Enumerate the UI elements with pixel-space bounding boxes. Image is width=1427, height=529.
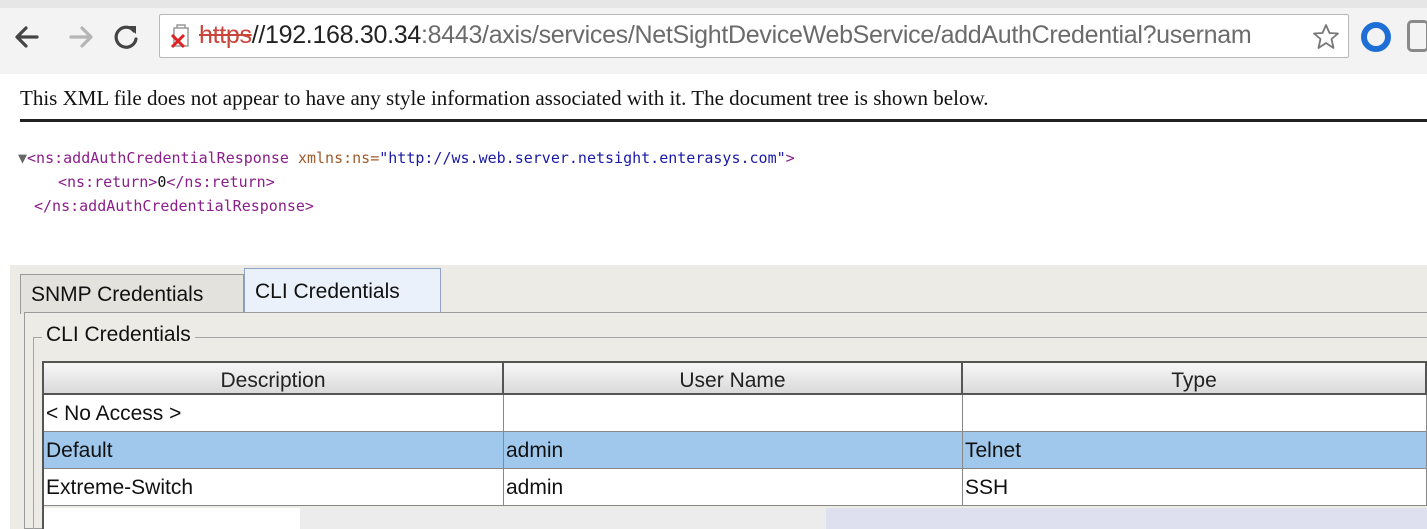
table-bottom-strip xyxy=(826,508,1427,529)
table-bottom-strip xyxy=(300,508,826,529)
xml-divider xyxy=(20,119,1427,122)
tab-snmp-credentials[interactable]: SNMP Credentials xyxy=(20,274,244,314)
cell-type xyxy=(963,395,1427,432)
forward-arrow-icon[interactable] xyxy=(64,18,100,56)
credentials-table: Description User Name Type < No Access >… xyxy=(42,361,1427,506)
xml-tag-open: <ns:addAuthCredentialResponse xyxy=(27,149,298,167)
cell-user-name: admin xyxy=(504,469,963,506)
cell-description: < No Access > xyxy=(44,395,504,432)
tab-strip-edge xyxy=(0,0,1427,8)
table-row[interactable]: < No Access > xyxy=(44,395,1427,432)
cell-user-name: admin xyxy=(504,432,963,469)
back-arrow-icon[interactable] xyxy=(8,18,44,56)
group-title: CLI Credentials xyxy=(42,323,195,347)
column-header-type[interactable]: Type xyxy=(963,363,1427,395)
tab-cli-credentials[interactable]: CLI Credentials xyxy=(244,268,441,314)
table-row-selected[interactable]: Default admin Telnet xyxy=(44,432,1427,469)
url-text: https//192.168.30.34:8443/axis/services/… xyxy=(199,21,1307,50)
xml-tag-close-bracket: > xyxy=(785,149,795,167)
xml-tree: ▼<ns:addAuthCredentialResponse xmlns:ns=… xyxy=(0,146,795,242)
collapse-triangle-icon[interactable]: ▼ xyxy=(18,149,27,167)
column-header-description[interactable]: Description xyxy=(44,363,504,395)
cell-type: Telnet xyxy=(963,432,1427,469)
xml-attr-value: "http://ws.web.server.netsight.enterasys… xyxy=(379,149,786,167)
tab-label: SNMP Credentials xyxy=(31,282,204,306)
cell-description: Extreme-Switch xyxy=(44,469,504,506)
url-host: //192.168.30.34 xyxy=(251,21,422,49)
xml-line-root-close: </ns:addAuthCredentialResponse> xyxy=(34,197,314,215)
xml-return-open: <ns:return> xyxy=(58,173,158,191)
column-header-user-name[interactable]: User Name xyxy=(504,363,963,395)
bookmark-star-icon[interactable] xyxy=(1312,23,1340,56)
address-bar[interactable]: https//192.168.30.34:8443/axis/services/… xyxy=(159,14,1349,58)
table-left-border xyxy=(42,505,44,529)
xml-attr-name: xmlns:ns= xyxy=(297,149,380,167)
tab-label: CLI Credentials xyxy=(255,279,400,303)
url-path: :8443/axis/services/NetSightDeviceWebSer… xyxy=(420,21,1252,49)
xml-style-notice: This XML file does not appear to have an… xyxy=(20,86,989,110)
url-scheme: https xyxy=(199,21,252,49)
opera-extension-icon[interactable] xyxy=(1359,20,1393,54)
xml-return-close: </ns:return> xyxy=(166,173,275,191)
xml-line-root-open: ▼<ns:addAuthCredentialResponse xmlns:ns=… xyxy=(18,146,795,170)
table-header: Description User Name Type xyxy=(44,363,1427,395)
cell-type: SSH xyxy=(963,469,1427,506)
table-row[interactable]: Extreme-Switch admin SSH xyxy=(44,469,1427,506)
insecure-lock-icon[interactable] xyxy=(169,24,195,50)
extension-icon[interactable] xyxy=(1407,20,1427,52)
reload-icon[interactable] xyxy=(108,18,144,56)
cell-description: Default xyxy=(44,432,504,469)
browser-toolbar: https//192.168.30.34:8443/axis/services/… xyxy=(0,0,1427,74)
cell-user-name xyxy=(504,395,963,432)
xml-line-return: <ns:return>0</ns:return> xyxy=(58,170,275,194)
